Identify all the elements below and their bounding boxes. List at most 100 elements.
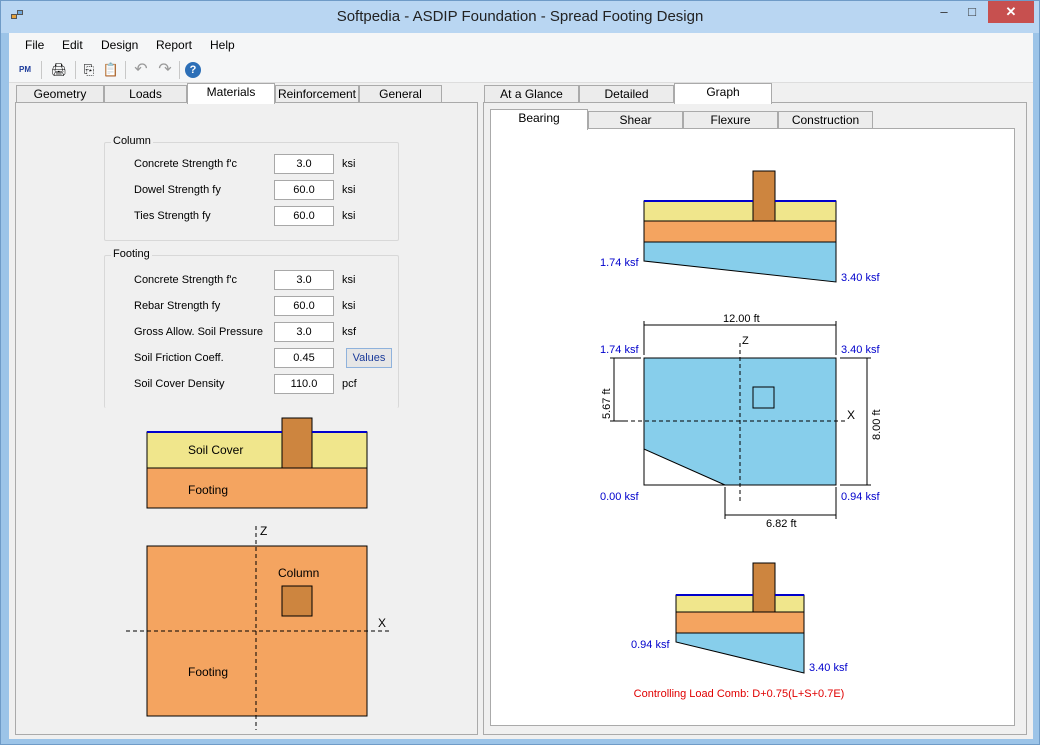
footing-plan-rect: [146, 545, 368, 717]
soil-friction-label: Soil Friction Coeff.: [134, 352, 224, 364]
column-concrete-input[interactable]: [274, 154, 334, 174]
toolbar: PM 🖨 ⎘ 📋 ↶ ↷ ?: [9, 57, 1033, 83]
tab-loads[interactable]: Loads: [104, 85, 187, 103]
corner-top-left-pressure: 1.74 ksf: [600, 344, 639, 356]
print-icon[interactable]: 🖨: [49, 60, 69, 80]
copy-icon[interactable]: ⎘: [79, 60, 99, 80]
tab-detailed[interactable]: Detailed: [579, 85, 674, 103]
top-pressure-diagram: [643, 241, 837, 283]
menu-file[interactable]: File: [25, 38, 44, 52]
soil-density-unit: pcf: [342, 378, 357, 390]
tab-shear[interactable]: Shear: [588, 111, 683, 129]
help-icon[interactable]: ?: [185, 62, 201, 78]
minimize-button[interactable]: –: [931, 1, 957, 23]
column-dowel-input[interactable]: [274, 180, 334, 200]
top-soil-rect: [643, 200, 837, 222]
column-dowel-unit: ksi: [342, 184, 356, 196]
soil-pressure-label: Gross Allow. Soil Pressure: [134, 326, 263, 338]
corner-top-right-pressure: 3.40 ksf: [841, 344, 880, 356]
graph-panel: Bearing Shear Flexure Construction 1.74 …: [483, 102, 1027, 735]
column-group: Column Concrete Strength f'c ksi Dowel S…: [104, 135, 399, 241]
plan-offset-label: 5.67 ft: [601, 388, 613, 419]
bottom-pressure-diagram: [675, 632, 805, 674]
back-pm-icon[interactable]: PM: [15, 60, 35, 80]
plan-width-label: 12.00 ft: [723, 313, 760, 325]
app-window: Softpedia - ASDIP Foundation - Spread Fo…: [0, 0, 1040, 745]
toolbar-separator: [41, 61, 42, 79]
corner-bottom-right-pressure: 0.94 ksf: [841, 491, 880, 503]
menu-bar: File Edit Design Report Help: [9, 33, 1033, 57]
right-tab-strip: At a Glance Detailed Graph: [484, 83, 1028, 104]
column-dowel-label: Dowel Strength fy: [134, 184, 221, 196]
client-area: File Edit Design Report Help PM 🖨 ⎘ 📋 ↶ …: [9, 33, 1033, 739]
soil-friction-input[interactable]: [274, 348, 334, 368]
materials-panel: Column Concrete Strength f'c ksi Dowel S…: [15, 102, 478, 735]
footing-label: Footing: [188, 483, 228, 497]
plan-x-label: X: [847, 408, 855, 422]
bottom-column-rect: [752, 562, 776, 613]
plan-diagram: Z X Column Footing: [126, 524, 391, 730]
plan-height-label: 8.00 ft: [871, 409, 883, 440]
footing-group-title: Footing: [111, 248, 152, 260]
footing-concrete-label: Concrete Strength f'c: [134, 274, 237, 286]
values-button[interactable]: Values: [346, 348, 392, 368]
paste-icon[interactable]: 📋: [101, 60, 121, 80]
x-axis-label: X: [378, 616, 386, 630]
bottom-soil-rect: [675, 594, 805, 613]
plan-z-label: Z: [742, 335, 749, 347]
tab-construction[interactable]: Construction: [778, 111, 873, 129]
toolbar-separator: [75, 61, 76, 79]
tab-reinforcement[interactable]: Reinforcement: [275, 85, 359, 103]
tab-bearing[interactable]: Bearing: [490, 109, 588, 130]
tab-materials[interactable]: Materials: [187, 83, 275, 104]
column-ties-label: Ties Strength fy: [134, 210, 211, 222]
column-concrete-label: Concrete Strength f'c: [134, 158, 237, 170]
tab-flexure[interactable]: Flexure: [683, 111, 778, 129]
rebar-strength-label: Rebar Strength fy: [134, 300, 221, 312]
maximize-button[interactable]: □: [959, 1, 985, 23]
footing-concrete-unit: ksi: [342, 274, 356, 286]
graph-tab-strip: Bearing Shear Flexure Construction: [490, 109, 1010, 130]
column-ties-unit: ksi: [342, 210, 356, 222]
tab-at-a-glance[interactable]: At a Glance: [484, 85, 579, 103]
footing-group: Footing Concrete Strength f'c ksi Rebar …: [104, 248, 399, 408]
menu-design[interactable]: Design: [101, 38, 138, 52]
tab-geometry[interactable]: Geometry: [16, 85, 104, 103]
top-left-pressure: 1.74 ksf: [600, 257, 639, 269]
redo-icon[interactable]: ↷: [155, 60, 175, 80]
tab-graph[interactable]: Graph: [674, 83, 772, 104]
column-concrete-unit: ksi: [342, 158, 356, 170]
rebar-strength-input[interactable]: [274, 296, 334, 316]
bearing-graph: 1.74 ksf 3.40 ksf 12.00 ft Z X 8.00 ft 5…: [490, 128, 1015, 726]
bottom-footing-rect: [675, 611, 805, 634]
menu-edit[interactable]: Edit: [62, 38, 83, 52]
toolbar-separator: [125, 61, 126, 79]
window-title: Softpedia - ASDIP Foundation - Spread Fo…: [336, 8, 704, 25]
corner-bottom-left-pressure: 0.00 ksf: [600, 491, 639, 503]
top-column-rect: [752, 170, 776, 222]
top-footing-rect: [643, 220, 837, 243]
column-ties-input[interactable]: [274, 206, 334, 226]
bearing-diagram: 1.74 ksf 3.40 ksf 12.00 ft Z X 8.00 ft 5…: [600, 170, 883, 700]
top-right-pressure: 3.40 ksf: [841, 272, 880, 284]
tab-general[interactable]: General: [359, 85, 442, 103]
left-tab-strip: Geometry Loads Materials Reinforcement G…: [16, 83, 478, 104]
menu-help[interactable]: Help: [210, 38, 235, 52]
bottom-right-pressure: 3.40 ksf: [809, 662, 848, 674]
column-rect: [281, 417, 313, 469]
soil-density-input[interactable]: [274, 374, 334, 394]
toolbar-separator: [179, 61, 180, 79]
plan-base-label: 6.82 ft: [766, 518, 797, 530]
soil-density-label: Soil Cover Density: [134, 378, 225, 390]
menu-report[interactable]: Report: [156, 38, 192, 52]
bottom-left-pressure: 0.94 ksf: [631, 639, 670, 651]
column-group-title: Column: [111, 135, 153, 147]
undo-icon[interactable]: ↶: [131, 60, 151, 80]
close-button[interactable]: ✕: [988, 1, 1034, 23]
footing-plan-label: Footing: [188, 665, 228, 679]
soil-cover-rect: [146, 431, 368, 469]
footing-concrete-input[interactable]: [274, 270, 334, 290]
title-bar: Softpedia - ASDIP Foundation - Spread Fo…: [1, 1, 1039, 33]
rebar-strength-unit: ksi: [342, 300, 356, 312]
soil-pressure-input[interactable]: [274, 322, 334, 342]
